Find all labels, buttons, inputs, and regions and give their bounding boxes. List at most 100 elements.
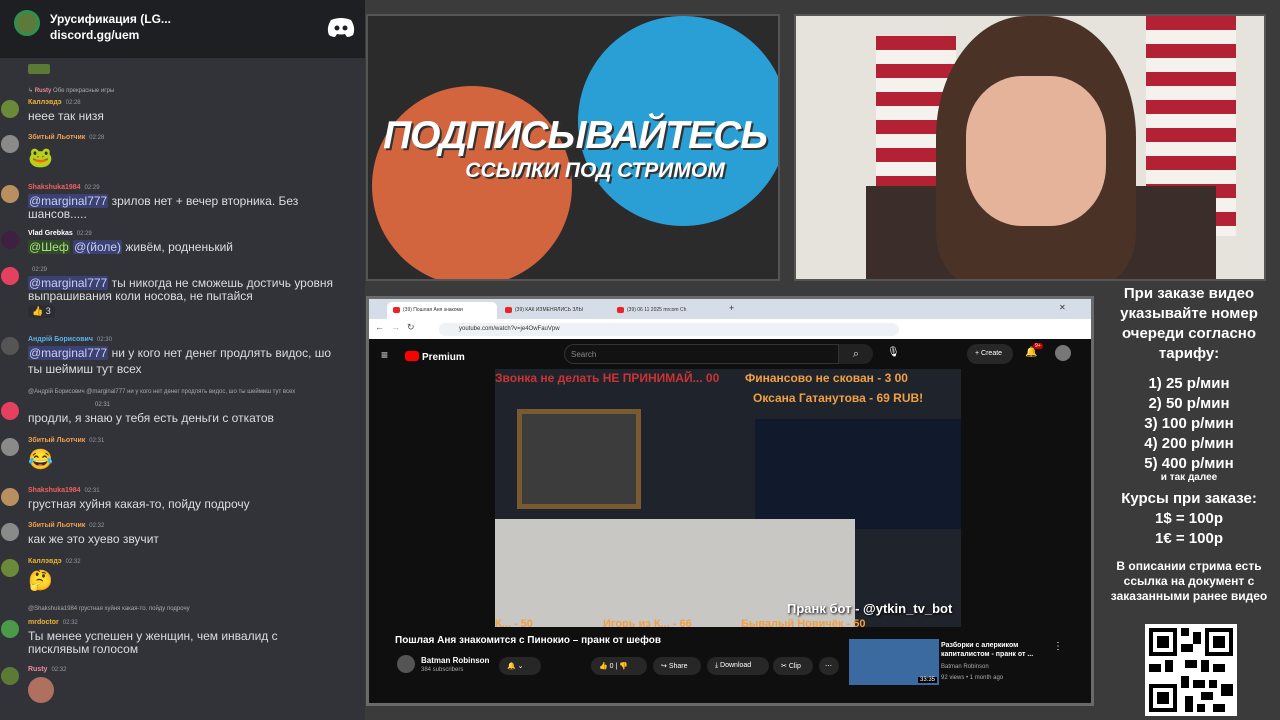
username: Збитый Льотчик 02:28 bbox=[28, 134, 105, 141]
message-text-cont: выпрашивания коли носова, не пытайся bbox=[28, 289, 253, 303]
forward-icon[interactable]: → bbox=[391, 322, 400, 332]
username: Каллэвдэ 02:32 bbox=[28, 558, 81, 565]
youtube-logo-icon bbox=[405, 351, 419, 361]
download-button[interactable]: ⤓ Download bbox=[707, 657, 769, 675]
clip-button[interactable]: ✂ Clip bbox=[773, 657, 813, 675]
search-icon[interactable]: ⌕ bbox=[839, 344, 873, 364]
youtube-favicon-icon bbox=[393, 307, 400, 313]
new-tab-icon[interactable]: + bbox=[729, 303, 734, 313]
avatar bbox=[1, 267, 19, 285]
video-title: Пошлая Аня знакомится с Пинокио – пранк … bbox=[395, 635, 661, 646]
message-text: @marginal777 ты никогда не сможешь дости… bbox=[28, 276, 334, 290]
discord-chat-panel: Урусификация (LG... discord.gg/uem ↳ Rus… bbox=[0, 0, 365, 720]
subscribe-bell-button[interactable]: 🔔 ⌄ bbox=[499, 657, 541, 675]
message-text: неее так низя bbox=[28, 109, 104, 123]
username: Андрій Борисович 02:30 bbox=[28, 336, 112, 343]
username: Збитый Льотчик 02:32 bbox=[28, 522, 105, 529]
menu-icon[interactable]: ≡ bbox=[381, 348, 388, 362]
bot-banner: Пранк бот - @ytkin_tv_bot bbox=[787, 601, 953, 616]
message-text: грустная хуйня какая-то, пойду подрочу bbox=[28, 497, 250, 511]
donation-message: Оксана Гатанутова - 69 RUB! bbox=[753, 391, 924, 405]
tariff-more: и так далее bbox=[1160, 472, 1218, 483]
avatar bbox=[1, 185, 19, 203]
reply-preview: @Shakshuka1984 грустная хуйня какая-то, … bbox=[28, 606, 190, 612]
youtube-logo[interactable]: Premium bbox=[405, 351, 465, 363]
message-text-cont: ты шеймиш тут всех bbox=[28, 362, 142, 376]
avatar bbox=[1, 559, 19, 577]
donation-ticker: Звонка не делать НЕ ПРИНИМАЙ... 00 bbox=[495, 371, 720, 385]
discord-logo-icon bbox=[327, 18, 355, 37]
message-text-cont: шансов..... bbox=[28, 207, 87, 221]
avatar bbox=[1, 100, 19, 118]
browser-tab[interactable]: (39) Пошлая Аня знакоми bbox=[387, 302, 497, 319]
message-text: как же это хуево звучит bbox=[28, 532, 159, 546]
reload-icon[interactable]: ↻ bbox=[407, 322, 415, 333]
tab-bar: (39) Пошлая Аня знакоми (39) КАК ИЗМЕНЯЛ… bbox=[369, 299, 1091, 319]
avatar bbox=[1, 523, 19, 541]
subscriber-count: 384 subscribers bbox=[421, 667, 464, 673]
address-bar: ← → ↻ youtube.com/watch?v=je4OwFauVpw bbox=[369, 319, 1091, 339]
avatar bbox=[1, 488, 19, 506]
like-button[interactable]: 👍 0 | 👎 bbox=[591, 657, 647, 675]
reply-preview: ↳ Rusty Обе прекрасные игры bbox=[28, 88, 115, 94]
description-note: В описании стрима есть ссылка на докумен… bbox=[1110, 559, 1268, 603]
message-text-cont: писклявым голосом bbox=[28, 642, 139, 656]
recommended-title[interactable]: Разборки с алеркиком капиталистом - пран… bbox=[941, 641, 1051, 659]
avatar bbox=[1, 135, 19, 153]
reply-preview: @Андрій Борисович @marginal777 ни у кого… bbox=[28, 389, 296, 395]
avatar bbox=[1, 438, 19, 456]
message-text: продли, я знаю у тебя есть деньги с отка… bbox=[28, 411, 274, 425]
city-window bbox=[755, 419, 961, 529]
tariff-item: 5) 400 р/мин bbox=[1144, 455, 1234, 472]
channel-avatar[interactable] bbox=[397, 655, 415, 673]
server-invite-link[interactable]: discord.gg/uem bbox=[50, 28, 139, 42]
stream-layout: Урусификация (LG... discord.gg/uem ↳ Rus… bbox=[0, 0, 1280, 720]
notification-badge: 9+ bbox=[1033, 343, 1043, 349]
timestamp: 02:31 bbox=[95, 402, 111, 408]
kebab-menu-icon[interactable]: ⋮ bbox=[1053, 641, 1063, 652]
promo-title: ПОДПИСЫВАЙТЕСЬ bbox=[383, 114, 768, 157]
avatar bbox=[1, 231, 19, 249]
browser-window: (39) Пошлая Аня знакоми (39) КАК ИЗМЕНЯЛ… bbox=[366, 296, 1094, 706]
avatar bbox=[1, 620, 19, 638]
browser-tab[interactable]: (39) 06 11 2025 mrcom Ch bbox=[611, 302, 721, 319]
qr-code-image bbox=[1145, 624, 1237, 716]
microphone-icon[interactable]: 🎙 bbox=[887, 347, 900, 358]
emoji-image bbox=[28, 64, 50, 74]
username: Vlad Grebkas 02:29 bbox=[28, 230, 92, 237]
server-title: Урусификация (LG... bbox=[50, 12, 171, 26]
rate-dollar: 1$ = 100р bbox=[1155, 510, 1223, 527]
emoji-image bbox=[28, 677, 54, 703]
close-window-icon[interactable]: ✕ bbox=[1059, 303, 1066, 312]
reaction-badge[interactable]: 👍 3 bbox=[28, 305, 55, 318]
message-text: @marginal777 зрилов нет + вечер вторника… bbox=[28, 194, 299, 208]
search-input[interactable]: Search bbox=[564, 344, 839, 364]
avatar bbox=[1, 337, 19, 355]
share-button[interactable]: ↪ Share bbox=[653, 657, 701, 675]
discord-header: Урусификация (LG... discord.gg/uem bbox=[0, 0, 365, 58]
back-icon[interactable]: ← bbox=[375, 322, 384, 332]
tariff-item: 1) 25 р/мин bbox=[1148, 375, 1230, 392]
username: Каллэвдэ 02:28 bbox=[28, 99, 81, 106]
tariff-item: 4) 200 р/мин bbox=[1144, 435, 1234, 452]
picture-frame bbox=[517, 409, 641, 509]
promo-subtitle: ССЫЛКИ ПОД СТРИМОМ bbox=[465, 159, 725, 182]
browser-tab[interactable]: (39) КАК ИЗМЕНЯЛИСЬ ЗЛЫ bbox=[499, 302, 609, 319]
create-button[interactable]: + Create bbox=[967, 344, 1013, 364]
url-input[interactable]: youtube.com/watch?v=je4OwFauVpw bbox=[439, 323, 899, 336]
message-text: @Шеф @(йоле) живём, родненький bbox=[28, 240, 234, 254]
emoji-message: 🤔 bbox=[28, 570, 53, 592]
username: mrdoctor 02:32 bbox=[28, 619, 78, 626]
recommended-thumbnail[interactable]: 33:35 bbox=[849, 639, 939, 685]
avatar bbox=[1, 402, 19, 420]
video-player[interactable]: Звонка не делать НЕ ПРИНИМАЙ... 00 Финан… bbox=[495, 369, 961, 627]
youtube-favicon-icon bbox=[505, 307, 512, 313]
order-heading: При заказе видео указывайте номер очеред… bbox=[1120, 285, 1258, 362]
youtube-page: ≡ Premium Search ⌕ 🎙 + Create 🔔 9+ Звонк… bbox=[369, 339, 1091, 703]
promo-banner: ПОДПИСЫВАЙТЕСЬ ССЫЛКИ ПОД СТРИМОМ bbox=[366, 14, 780, 281]
youtube-favicon-icon bbox=[617, 307, 624, 313]
channel-name[interactable]: Batman Robinson bbox=[421, 656, 489, 665]
avatar[interactable] bbox=[1055, 345, 1071, 361]
recommended-channel: Batman Robinson bbox=[941, 664, 989, 670]
more-icon[interactable]: ⋯ bbox=[819, 657, 839, 675]
